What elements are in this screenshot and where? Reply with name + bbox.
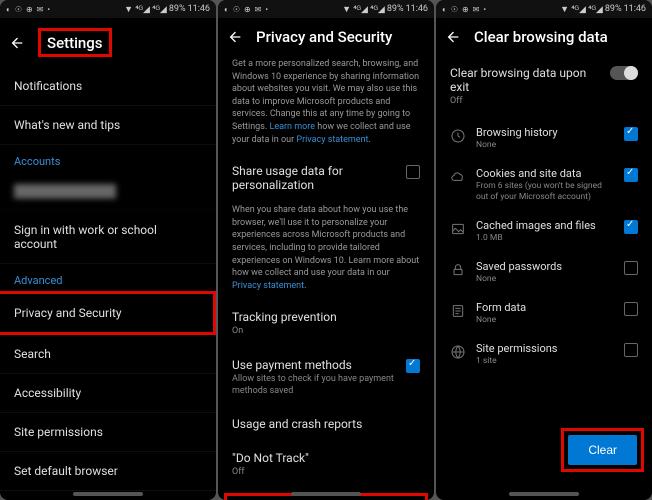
cached-row[interactable]: Cached images and files 1.0 MB: [436, 211, 652, 252]
status-left-icons: ◐ ☉ ⊕ ✉ •: [224, 5, 269, 14]
privacy-statement-link2[interactable]: Privacy statement: [232, 281, 304, 291]
browsing-history-row[interactable]: Browsing history None: [436, 118, 652, 159]
personalized-desc: Get a more personalized search, browsing…: [218, 56, 434, 154]
status-left-icons: ◐ ☉ ⊕ ✉ •: [442, 5, 487, 14]
nav-site-permissions[interactable]: Site permissions: [0, 413, 216, 452]
status-right: ▼ ⁴ᴳ◢ ⁴ᴳ◢ 89% 11:46: [560, 4, 646, 15]
section-accounts: Accounts: [0, 145, 216, 172]
status-bar: ◐ ☉ ⊕ ✉ • ▼ ⁴ᴳ◢ ⁴ᴳ◢ 89% 11:46: [0, 0, 216, 18]
status-right: ▼ ⁴ᴳ◢ ⁴ᴳ◢ 89% 11:46: [342, 4, 428, 15]
nav-bar-handle: [291, 492, 361, 496]
section-advanced: Advanced: [0, 264, 216, 291]
status-bar: ◐ ☉ ⊕ ✉ • ▼ ⁴ᴳ◢ ⁴ᴳ◢ 89% 11:46: [218, 0, 434, 18]
usage-crash-row[interactable]: Usage and crash reports: [218, 407, 434, 441]
form-icon: [450, 303, 466, 319]
nav-search[interactable]: Search: [0, 335, 216, 374]
nav-account-hidden[interactable]: ████████████: [0, 172, 216, 211]
learn-more-link[interactable]: Learn more: [269, 122, 315, 132]
nav-default-browser[interactable]: Set default browser: [0, 452, 216, 491]
settings-screen: ◐ ☉ ⊕ ✉ • ▼ ⁴ᴳ◢ ⁴ᴳ◢ 89% 11:46 Settings N…: [0, 0, 216, 500]
nav-bar-handle: [73, 492, 143, 496]
sitepermissions-row[interactable]: Site permissions 1 site: [436, 334, 652, 375]
formdata-checkbox[interactable]: [624, 302, 638, 316]
nav-signin-work[interactable]: Sign in with work or school account: [0, 211, 216, 264]
page-title: Clear browsing data: [474, 28, 608, 46]
passwords-checkbox[interactable]: [624, 261, 638, 275]
share-usage-desc: When you share data about how you use th…: [218, 202, 434, 300]
page-title: Privacy and Security: [256, 28, 392, 46]
cached-checkbox[interactable]: [624, 220, 638, 234]
passwords-row[interactable]: Saved passwords None: [436, 252, 652, 293]
browsing-history-checkbox[interactable]: [624, 127, 638, 141]
payment-row[interactable]: Use payment methods Allow sites to check…: [218, 348, 434, 407]
lock-icon: [450, 262, 466, 278]
clear-on-exit-toggle[interactable]: [610, 66, 638, 80]
back-arrow-icon[interactable]: [444, 28, 462, 46]
settings-title-highlight: Settings: [38, 28, 112, 57]
cloud-icon: [450, 169, 466, 185]
header: Privacy and Security: [218, 18, 434, 56]
tracking-row[interactable]: Tracking prevention On: [218, 300, 434, 348]
formdata-row[interactable]: Form data None: [436, 293, 652, 334]
share-usage-checkbox[interactable]: [406, 165, 420, 179]
nav-whatsnew[interactable]: What's new and tips: [0, 106, 216, 145]
back-arrow-icon[interactable]: [8, 34, 26, 52]
clear-on-exit-row[interactable]: Clear browsing data upon exit Off: [436, 56, 652, 118]
nav-bar-handle: [509, 492, 579, 496]
settings-list: Notifications What's new and tips Accoun…: [0, 67, 216, 500]
privacy-statement-link[interactable]: Privacy statement: [296, 135, 368, 145]
dnt-row[interactable]: "Do Not Track" Off: [218, 441, 434, 489]
header: Clear browsing data: [436, 18, 652, 56]
clear-button-highlight: Clear: [561, 428, 644, 472]
history-icon: [450, 128, 466, 144]
cookies-checkbox[interactable]: [624, 168, 638, 182]
nav-privacy-security[interactable]: Privacy and Security: [0, 291, 216, 335]
header: Settings: [0, 18, 216, 67]
privacy-screen: ◐ ☉ ⊕ ✉ • ▼ ⁴ᴳ◢ ⁴ᴳ◢ 89% 11:46 Privacy an…: [218, 0, 434, 500]
back-arrow-icon[interactable]: [226, 28, 244, 46]
image-icon: [450, 221, 466, 237]
share-usage-row[interactable]: Share usage data for personalization: [218, 154, 434, 202]
page-title: Settings: [47, 34, 103, 52]
clear-data-screen: ◐ ☉ ⊕ ✉ • ▼ ⁴ᴳ◢ ⁴ᴳ◢ 89% 11:46 Clear brow…: [436, 0, 652, 500]
nav-notifications[interactable]: Notifications: [0, 67, 216, 106]
sitepermissions-checkbox[interactable]: [624, 343, 638, 357]
nav-accessibility[interactable]: Accessibility: [0, 374, 216, 413]
status-left-icons: ◐ ☉ ⊕ ✉ •: [6, 5, 51, 14]
status-bar: ◐ ☉ ⊕ ✉ • ▼ ⁴ᴳ◢ ⁴ᴳ◢ 89% 11:46: [436, 0, 652, 18]
status-right: ▼ ⁴ᴳ◢ ⁴ᴳ◢ 89% 11:46: [124, 4, 210, 15]
cookies-row[interactable]: Cookies and site data From 6 sites (you …: [436, 159, 652, 211]
privacy-content: Get a more personalized search, browsing…: [218, 56, 434, 500]
globe-icon: [450, 344, 466, 360]
payment-checkbox[interactable]: [406, 359, 420, 373]
clear-button[interactable]: Clear: [568, 435, 637, 465]
